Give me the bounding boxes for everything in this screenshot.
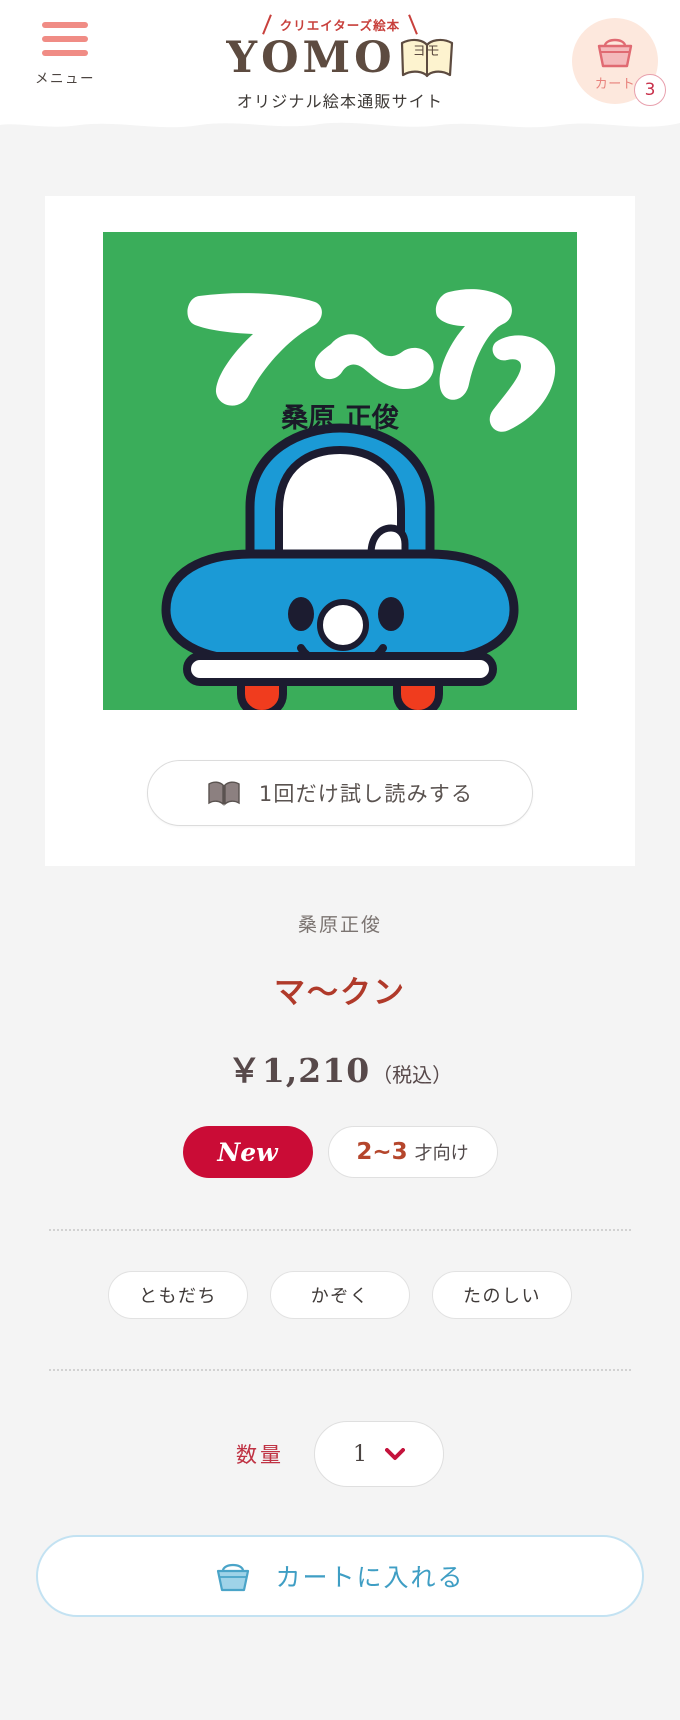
hamburger-icon	[42, 22, 88, 56]
menu-button[interactable]: メニュー	[22, 22, 108, 87]
site-logo[interactable]: クリエイターズ絵本 YOMO ヨモ オリジナル絵本通販サイト	[190, 15, 490, 112]
basket-icon	[215, 1559, 251, 1593]
logo-subtitle: オリジナル絵本通販サイト	[236, 91, 444, 111]
cart-badge: 3	[634, 74, 666, 106]
age-badge[interactable]: 2~3 才向け	[327, 1126, 498, 1178]
logo-book-text: ヨモ	[412, 44, 441, 59]
cart-button[interactable]: カート 3	[572, 18, 666, 106]
quantity-row: 数量 1	[0, 1421, 680, 1487]
divider-top	[49, 1229, 631, 1231]
chevron-down-icon	[385, 1447, 405, 1461]
site-header: メニュー クリエイターズ絵本 YOMO ヨモ オリジナル絵本通販サイト カート …	[0, 0, 680, 128]
product-tag-list: ともだち かぞく たのしい	[0, 1271, 680, 1319]
add-to-cart-label: カートに入れる	[275, 1563, 465, 1592]
tag-chip[interactable]: ともだち	[108, 1271, 248, 1319]
logo-tagline: クリエイターズ絵本	[264, 15, 416, 34]
product-cover-card: 桑原 正俊 1回だけ試し読みする	[45, 196, 635, 866]
product-price: ￥1,210	[227, 1051, 371, 1090]
product-badges: New 2~3 才向け	[0, 1126, 680, 1178]
tag-chip[interactable]: たのしい	[432, 1271, 572, 1319]
product-price-row: ￥1,210 （税込）	[0, 1044, 680, 1092]
trial-read-label: 1回だけ試し読みする	[258, 782, 474, 806]
menu-label: メニュー	[35, 71, 95, 87]
logo-wordmark: YOMO ヨモ	[190, 32, 490, 83]
basket-icon	[596, 35, 634, 69]
cart-label: カート	[594, 76, 636, 92]
product-price-tax-note: （税込）	[372, 1063, 453, 1087]
quantity-select[interactable]: 1	[314, 1421, 444, 1487]
quantity-label: 数量	[236, 1443, 284, 1467]
product-title: マ〜クン	[274, 975, 406, 1011]
product-page: 桑原 正俊 1回だけ試し読みする 桑原正俊 マ〜クン ￥1,210 （税込） N…	[0, 122, 680, 1617]
logo-book-icon: ヨモ	[400, 37, 454, 79]
logo-word: YOMO	[226, 32, 396, 83]
age-badge-suffix: 才向け	[414, 1143, 469, 1164]
quantity-value: 1	[353, 1441, 367, 1467]
trial-read-button[interactable]: 1回だけ試し読みする	[147, 760, 533, 826]
divider-bottom	[49, 1369, 631, 1371]
header-wave-decoration	[0, 119, 680, 128]
product-info: 桑原正俊 マ〜クン ￥1,210 （税込） New 2~3 才向け ともだち か…	[0, 866, 680, 1617]
add-to-cart-button[interactable]: カートに入れる	[36, 1535, 644, 1617]
age-badge-number: 2~3	[356, 1139, 408, 1165]
new-badge: New	[182, 1126, 313, 1178]
book-cover-image[interactable]: 桑原 正俊	[103, 232, 577, 710]
product-author: 桑原正俊	[297, 914, 382, 936]
open-book-icon	[207, 780, 241, 806]
tag-chip[interactable]: かぞく	[270, 1271, 410, 1319]
